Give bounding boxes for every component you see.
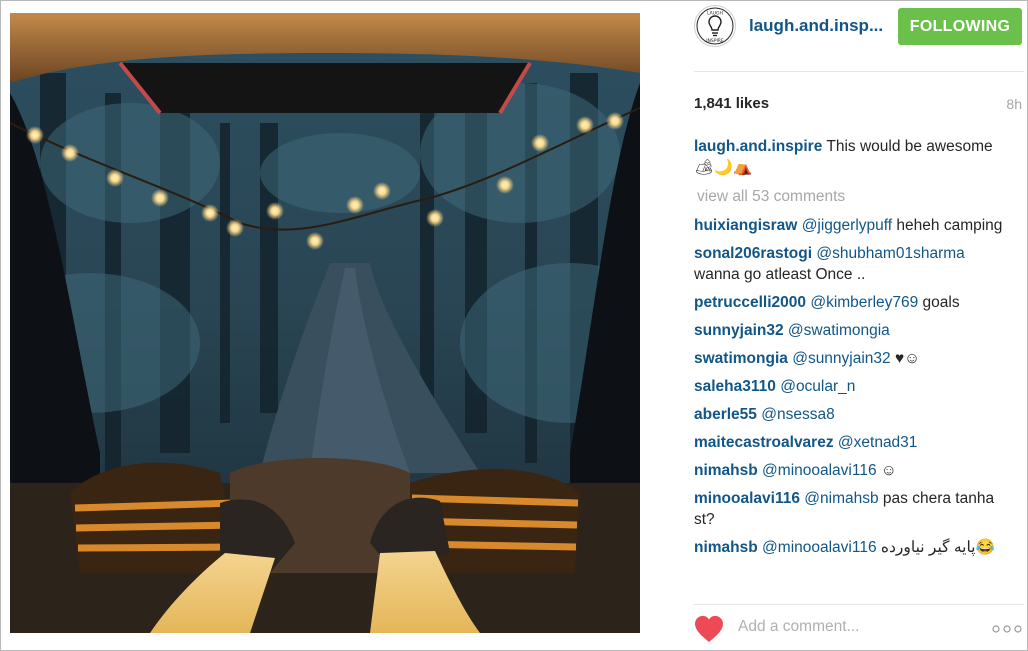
- avatar[interactable]: LAUGH INSPIRE: [694, 5, 736, 47]
- comment-text: ♥☺: [890, 350, 921, 367]
- following-button[interactable]: FOLLOWING: [898, 8, 1022, 45]
- comment-mention[interactable]: @nimahsb: [804, 490, 878, 507]
- post-photo[interactable]: [10, 13, 640, 633]
- comment-mention[interactable]: @ocular_n: [780, 378, 855, 395]
- comment-username[interactable]: nimahsb: [694, 462, 758, 479]
- comment-username[interactable]: huixiangisraw: [694, 217, 797, 234]
- comment-item: petruccelli2000 @kimberley769 goals: [694, 292, 1010, 313]
- add-comment-input[interactable]: [738, 618, 958, 636]
- comment-mention[interactable]: @kimberley769: [810, 294, 918, 311]
- photo-scene: [10, 13, 640, 633]
- comment-text: wanna go atleast Once ..: [694, 266, 866, 283]
- post-side-panel: LAUGH INSPIRE laugh.and.insp... FOLLOWIN…: [694, 1, 1024, 650]
- comment-mention[interactable]: @jiggerlypuff: [802, 217, 892, 234]
- comment-username[interactable]: sunnyjain32: [694, 322, 784, 339]
- post-caption: laugh.and.inspire This would be awesome …: [694, 136, 1010, 178]
- caption-text: This would be awesome: [822, 138, 993, 155]
- comment-text: goals: [918, 294, 960, 311]
- comment-username[interactable]: nimahsb: [694, 539, 758, 556]
- comment-mention[interactable]: @minooalavi116: [762, 539, 877, 556]
- comment-text: پایه گیر نیاورده😂: [876, 539, 995, 556]
- comment-mention[interactable]: @xetnad31: [838, 434, 918, 451]
- comment-username[interactable]: maitecastroalvarez: [694, 434, 834, 451]
- caption-username[interactable]: laugh.and.inspire: [694, 138, 822, 155]
- comment-item: huixiangisraw @jiggerlypuff heheh campin…: [694, 215, 1010, 236]
- comment-item: saleha3110 @ocular_n: [694, 376, 1010, 397]
- comment-item: maitecastroalvarez @xetnad31: [694, 432, 1010, 453]
- post-footer: [694, 604, 1024, 651]
- comment-item: sonal206rastogi @shubham01sharma wanna g…: [694, 243, 1010, 285]
- post-username[interactable]: laugh.and.insp...: [749, 16, 883, 36]
- ellipsis-icon[interactable]: [992, 625, 1022, 633]
- caption-emoji: 🏕🌙⛺: [694, 159, 753, 176]
- comment-text: ☺: [876, 462, 897, 479]
- post-time[interactable]: 8h: [1006, 96, 1022, 112]
- comments-list: laugh.and.inspire This would be awesome …: [694, 136, 1010, 565]
- laugh-and-inspire-logo-icon: LAUGH INSPIRE: [696, 7, 734, 45]
- comment-item: sunnyjain32 @swatimongia: [694, 320, 1010, 341]
- comment-item: nimahsb @minooalavi116 ☺: [694, 460, 1010, 481]
- comment-mention[interactable]: @minooalavi116: [762, 462, 877, 479]
- svg-text:LAUGH: LAUGH: [707, 11, 723, 17]
- comment-username[interactable]: saleha3110: [694, 378, 776, 395]
- comment-mention[interactable]: @nsessa8: [761, 406, 834, 423]
- comment-mention[interactable]: @shubham01sharma: [816, 245, 964, 262]
- likes-count[interactable]: 1,841 likes: [694, 95, 769, 112]
- heart-icon[interactable]: [694, 615, 724, 643]
- comment-item: nimahsb @minooalavi116 پایه گیر نیاورده😂: [694, 537, 1010, 558]
- comment-username[interactable]: sonal206rastogi: [694, 245, 812, 262]
- comment-username[interactable]: aberle55: [694, 406, 757, 423]
- comment-item: aberle55 @nsessa8: [694, 404, 1010, 425]
- comment-username[interactable]: swatimongia: [694, 350, 788, 367]
- comment-text: heheh camping: [892, 217, 1003, 234]
- comment-username[interactable]: minooalavi116: [694, 490, 800, 507]
- comment-mention[interactable]: @swatimongia: [788, 322, 890, 339]
- comment-item: minooalavi116 @nimahsb pas chera tanha s…: [694, 488, 1010, 530]
- view-all-comments-link[interactable]: view all 53 comments: [694, 186, 1010, 207]
- svg-text:INSPIRE: INSPIRE: [706, 38, 724, 44]
- post-header: LAUGH INSPIRE laugh.and.insp... FOLLOWIN…: [694, 1, 1024, 72]
- comment-mention[interactable]: @sunnyjain32: [792, 350, 890, 367]
- comment-item: swatimongia @sunnyjain32 ♥☺: [694, 348, 1010, 369]
- comment-username[interactable]: petruccelli2000: [694, 294, 806, 311]
- post-window: LAUGH INSPIRE laugh.and.insp... FOLLOWIN…: [0, 0, 1028, 651]
